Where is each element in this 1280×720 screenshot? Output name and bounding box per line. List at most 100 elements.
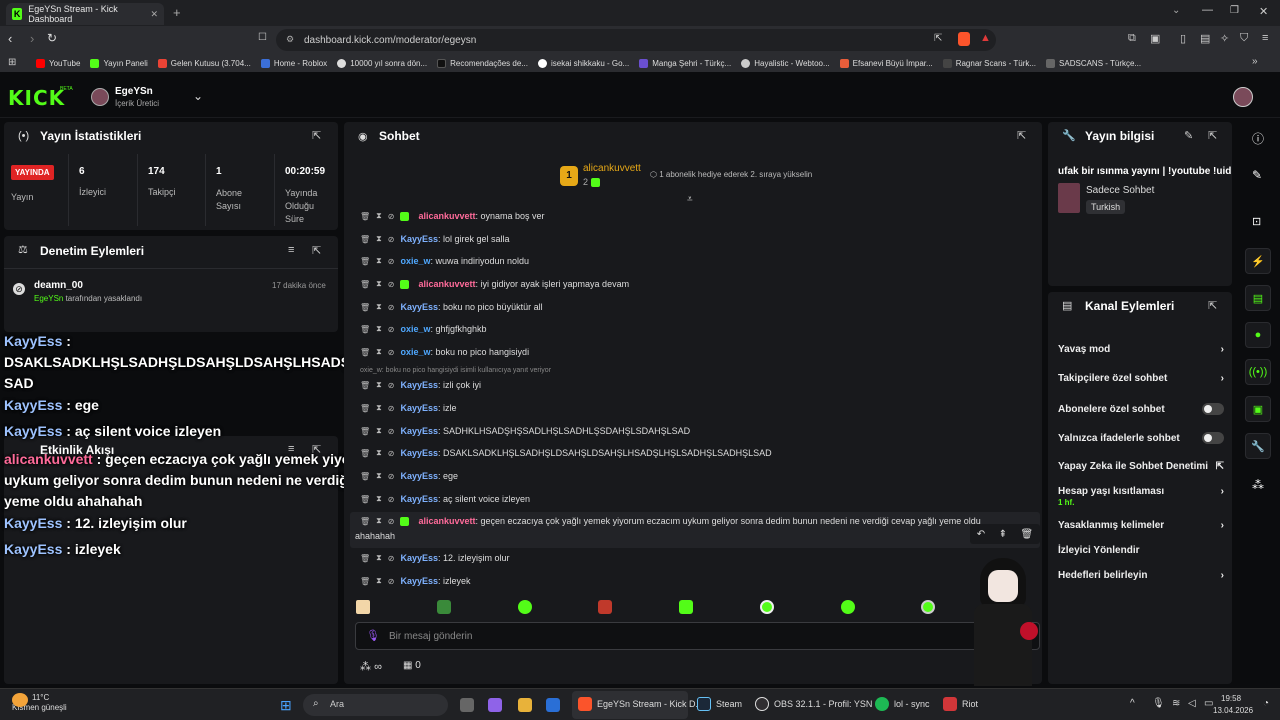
vpn-icon[interactable]: ⛉ <box>1240 32 1248 45</box>
close-window-icon[interactable]: ✕ <box>1259 5 1268 18</box>
clock-date[interactable]: 13.04.2026 <box>1213 706 1253 715</box>
bookmark-tiktok[interactable]: Recomendações de... <box>437 58 528 68</box>
timeout-icon[interactable]: ⧗ <box>376 403 382 413</box>
popout-icon[interactable]: ⇱ <box>1208 129 1217 142</box>
address-bar[interactable]: ⚙ dashboard.kick.com/moderator/egeysn ⇱ … <box>276 29 996 51</box>
quick-action-broadcast-icon[interactable]: ((•)) <box>1245 359 1271 385</box>
ban-icon[interactable]: ⊘ <box>388 577 395 586</box>
quick-action-wrench-icon[interactable]: 🔧 <box>1245 433 1271 459</box>
ban-icon[interactable]: ⊘ <box>388 554 395 563</box>
wallet-icon[interactable]: ▤ <box>1200 32 1210 45</box>
apps-grid-icon[interactable]: ⊞ <box>8 57 16 68</box>
info-icon[interactable]: ⓘ <box>1252 130 1264 147</box>
tab-list-icon[interactable]: ⌄ <box>1172 5 1180 16</box>
microphone-icon[interactable]: 🎙 <box>366 629 380 642</box>
ban-icon[interactable]: ⊘ <box>388 280 395 289</box>
brave-rewards-icon[interactable]: ▲ <box>980 32 991 44</box>
task-view-icon[interactable] <box>460 698 474 712</box>
timeout-icon[interactable]: ⧗ <box>376 516 382 526</box>
quick-action-doc-icon[interactable]: ▤ <box>1245 285 1271 311</box>
timeout-icon[interactable]: ⧗ <box>376 324 382 334</box>
ban-icon[interactable]: ⊘ <box>388 381 395 390</box>
menu-icon[interactable]: ≡ <box>1262 32 1268 44</box>
emote-icon[interactable] <box>598 600 613 614</box>
popout-icon[interactable]: ⇱ <box>1017 129 1026 142</box>
timeout-icon[interactable]: ⧗ <box>376 553 382 563</box>
close-tab-icon[interactable]: ✕ <box>150 9 158 20</box>
share-icon[interactable]: ⁂ <box>1252 478 1264 492</box>
ban-icon[interactable]: ⊘ <box>388 495 395 504</box>
taskbar-search[interactable]: ⌕ Ara <box>303 694 448 716</box>
bookmark-icon[interactable]: ☐ <box>258 32 267 43</box>
popout-icon[interactable]: ⇱ <box>1208 299 1217 312</box>
ban-icon[interactable]: ⊘ <box>388 427 395 436</box>
ban-icon[interactable]: ⊘ <box>388 472 395 481</box>
delete-icon[interactable]: 🗑 <box>360 427 370 436</box>
delete-icon[interactable]: 🗑 <box>360 348 370 357</box>
screenshot-icon[interactable]: ▣ <box>1150 32 1160 45</box>
quick-action-chat-icon[interactable]: ● <box>1245 322 1271 348</box>
delete-icon[interactable]: 🗑 <box>360 449 370 458</box>
site-info-icon[interactable]: ⚙ <box>286 34 294 45</box>
notifications-icon[interactable]: ◔ <box>1263 698 1269 709</box>
microphone-tray-icon[interactable]: 🎙 <box>1152 698 1165 709</box>
ban-icon[interactable]: ⊘ <box>388 325 395 334</box>
timeout-icon[interactable]: ⧗ <box>376 279 382 289</box>
delete-icon[interactable]: 🗑 <box>360 472 370 481</box>
delete-icon[interactable]: 🗑 <box>360 495 370 504</box>
timeout-icon[interactable]: ⧗ <box>376 234 382 244</box>
browser-tab-active[interactable]: K EgeYSn Stream - Kick Dashboard ✕ <box>6 3 164 25</box>
bookmark-roblox[interactable]: Home - Roblox <box>260 58 327 68</box>
store-count[interactable]: ▦ 0 <box>403 660 421 671</box>
maximize-icon[interactable]: ❐ <box>1230 5 1239 16</box>
delete-icon[interactable]: 🗑 <box>360 303 370 312</box>
bookmark-google[interactable]: isekai shikkaku - Go... <box>537 58 629 68</box>
bookmark-10000-yil[interactable]: 10000 yıl sonra dön... <box>337 58 427 68</box>
ban-icon[interactable]: ⊘ <box>388 449 395 458</box>
pin-icon[interactable]: ⇞ <box>999 529 1007 540</box>
ban-icon[interactable]: ⊘ <box>388 257 395 266</box>
bookmark-youtube[interactable]: YouTube <box>36 58 80 68</box>
action-raid[interactable]: İzleyici Yönlendir <box>1058 545 1224 556</box>
taskbar-app-obs[interactable]: OBS 32.1.1 - Profil: YSN - <box>755 697 878 711</box>
delete-icon[interactable]: 🗑 <box>360 235 370 244</box>
timeout-icon[interactable]: ⧗ <box>376 256 382 266</box>
emote-icon[interactable] <box>517 600 532 614</box>
delete-icon[interactable]: 🗑 <box>360 517 370 526</box>
filter-icon[interactable]: ≡ <box>288 244 294 256</box>
taskbar-app-steam[interactable]: Steam <box>697 697 742 711</box>
ban-icon[interactable]: ⊘ <box>388 235 395 244</box>
popout-icon[interactable]: ⇱ <box>312 129 321 142</box>
start-icon[interactable]: ⊞ <box>280 697 292 714</box>
new-tab-icon[interactable]: + <box>173 5 181 20</box>
timeout-icon[interactable]: ⧗ <box>376 380 382 390</box>
emote-icon[interactable] <box>840 600 855 614</box>
reload-icon[interactable]: ↻ <box>47 31 57 45</box>
timeout-icon[interactable]: ⧗ <box>376 448 382 458</box>
delete-icon[interactable]: 🗑 <box>360 212 370 221</box>
share-icon[interactable]: ⇱ <box>934 33 942 44</box>
ban-icon[interactable]: ⊘ <box>388 303 395 312</box>
delete-icon[interactable]: 🗑 <box>360 257 370 266</box>
pinned-user[interactable]: alicankuvvett <box>583 163 641 174</box>
file-explorer-icon[interactable] <box>518 698 532 712</box>
delete-icon[interactable]: 🗑 <box>360 381 370 390</box>
delete-icon[interactable]: 🗑 <box>360 280 370 289</box>
ban-icon[interactable]: ⊘ <box>388 212 395 221</box>
user-avatar[interactable] <box>1233 87 1253 107</box>
ban-icon[interactable]: ⊘ <box>388 348 395 357</box>
quick-action-lightning-icon[interactable]: ⚡ <box>1245 248 1271 274</box>
action-account-age[interactable]: Hesap yaşı kısıtlaması 1 hf. › <box>1058 486 1224 508</box>
emote-icon[interactable] <box>356 600 370 614</box>
action-followers-only[interactable]: Takipçilere özel sohbet › <box>1058 373 1224 384</box>
edit-icon[interactable]: ✎ <box>1184 129 1193 142</box>
timeout-icon[interactable]: ⧗ <box>376 211 382 221</box>
sidebar-icon[interactable]: ▯ <box>1180 32 1186 45</box>
delete-icon[interactable]: 🗑 <box>360 325 370 334</box>
subscribers-only-toggle[interactable] <box>1202 403 1224 415</box>
back-icon[interactable]: ‹ <box>8 31 12 46</box>
clock-time[interactable]: 19:58 <box>1221 694 1241 703</box>
bookmark-manga-sehri[interactable]: Manga Şehri - Türkç... <box>639 58 731 68</box>
emote-icon[interactable] <box>759 600 774 614</box>
category-name[interactable]: Sadece Sohbet <box>1086 185 1154 196</box>
